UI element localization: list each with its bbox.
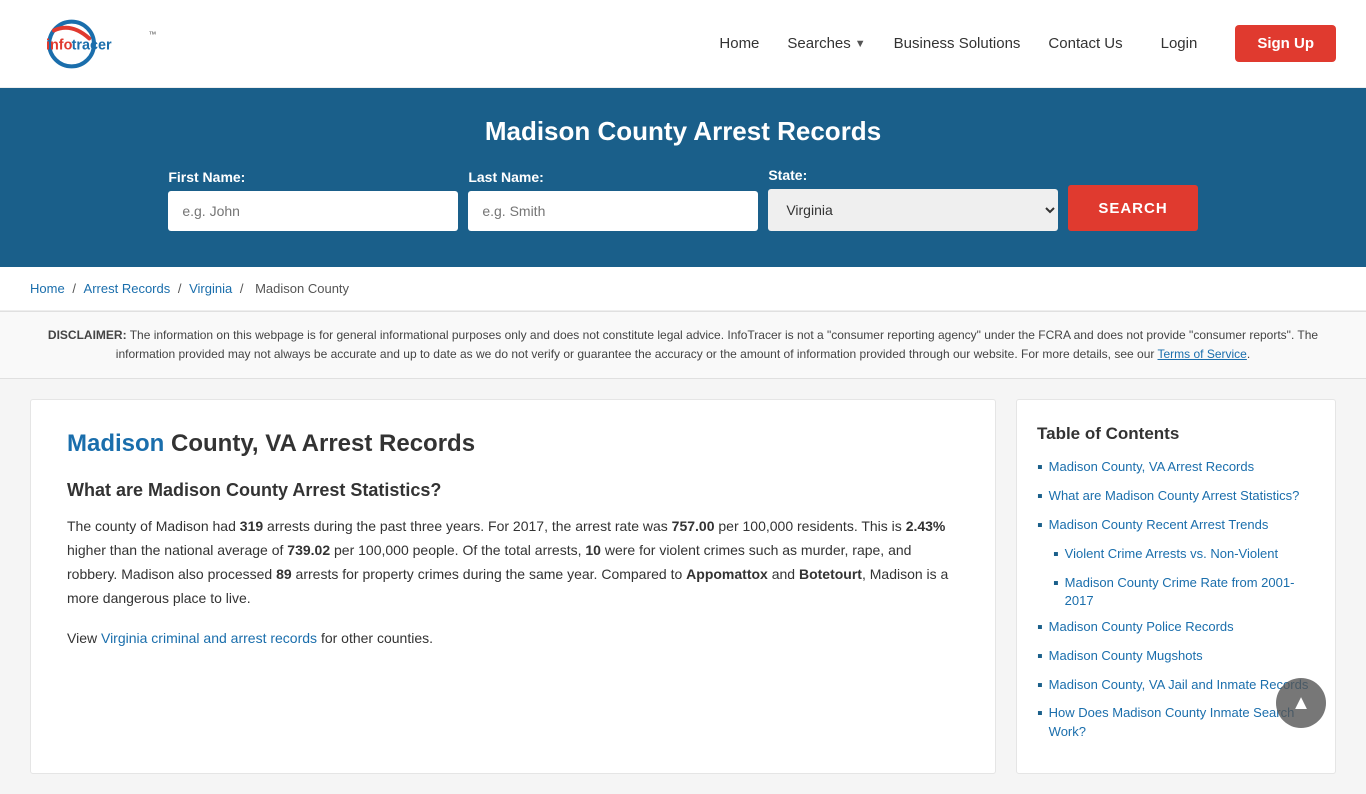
breadcrumb-home[interactable]: Home (30, 281, 65, 296)
violent-count: 10 (585, 542, 601, 558)
arrest-rate: 757.00 (672, 518, 715, 534)
nav-contact-us[interactable]: Contact Us (1048, 35, 1122, 52)
svg-text:™: ™ (148, 29, 156, 38)
toc-link[interactable]: Violent Crime Arrests vs. Non-Violent (1065, 545, 1278, 563)
breadcrumb-sep-1: / (72, 281, 79, 296)
breadcrumb-madison-county: Madison County (255, 281, 349, 296)
toc-item: ▪ Madison County Police Records (1037, 618, 1315, 639)
svg-text:tracer: tracer (72, 37, 112, 53)
breadcrumb: Home / Arrest Records / Virginia / Madis… (0, 267, 1366, 311)
nav-home[interactable]: Home (719, 35, 759, 52)
search-form: First Name: Last Name: State: Virginia A… (30, 167, 1336, 231)
toc-bullet-icon: ▪ (1037, 704, 1043, 725)
percent-higher: 2.43% (906, 518, 946, 534)
disclaimer-banner: DISCLAIMER: The information on this webp… (0, 311, 1366, 379)
svg-text:info: info (46, 37, 73, 53)
property-count: 89 (276, 566, 292, 582)
disclaimer-end: . (1247, 347, 1250, 361)
first-name-label: First Name: (168, 169, 245, 185)
toc-bullet-icon: ▪ (1037, 487, 1043, 508)
arrest-count: 319 (240, 518, 263, 534)
compare2: Botetourt (799, 566, 862, 582)
toc-heading: Table of Contents (1037, 424, 1315, 444)
breadcrumb-virginia[interactable]: Virginia (189, 281, 232, 296)
hero-section: Madison County Arrest Records First Name… (0, 88, 1366, 267)
toc-link[interactable]: Madison County Mugshots (1049, 647, 1203, 665)
toc-bullet-icon: ▪ (1053, 574, 1059, 595)
toc-bullet-icon: ▪ (1037, 458, 1043, 479)
toc-bullet-icon: ▪ (1037, 516, 1043, 537)
signup-button[interactable]: Sign Up (1235, 25, 1336, 62)
toc-bullet-icon: ▪ (1037, 676, 1043, 697)
toc-item: ▪ Violent Crime Arrests vs. Non-Violent (1053, 545, 1315, 566)
logo-area: info tracer ™ (30, 14, 190, 74)
disclaimer-text: The information on this webpage is for g… (116, 328, 1318, 361)
heading-rest: County, VA Arrest Records (164, 430, 475, 457)
terms-of-service-link[interactable]: Terms of Service (1158, 347, 1247, 361)
breadcrumb-arrest-records[interactable]: Arrest Records (84, 281, 171, 296)
toc-bullet-icon: ▪ (1037, 647, 1043, 668)
compare1: Appomattox (686, 566, 768, 582)
toc-bullet-icon: ▪ (1037, 618, 1043, 639)
logo-svg: info tracer ™ (30, 14, 190, 74)
last-name-label: Last Name: (468, 169, 543, 185)
disclaimer-label: DISCLAIMER: (48, 328, 127, 342)
toc-link[interactable]: What are Madison County Arrest Statistic… (1049, 487, 1300, 505)
main-container: Madison County, VA Arrest Records What a… (0, 379, 1366, 793)
national-avg: 739.02 (287, 542, 330, 558)
hero-title: Madison County Arrest Records (30, 116, 1336, 147)
content-paragraph2: View Virginia criminal and arrest record… (67, 627, 959, 651)
main-nav: Home Searches ▼ Business Solutions Conta… (719, 25, 1336, 62)
toc-item: ▪ Madison County, VA Arrest Records (1037, 458, 1315, 479)
last-name-group: Last Name: (468, 169, 758, 231)
search-button[interactable]: SEARCH (1068, 185, 1197, 231)
content-paragraph1: The county of Madison had 319 arrests du… (67, 515, 959, 610)
toc-link[interactable]: Madison County, VA Arrest Records (1049, 458, 1254, 476)
toc-link[interactable]: Madison County Crime Rate from 2001-2017 (1065, 574, 1315, 610)
toc-item: ▪ How Does Madison County Inmate Search W… (1037, 704, 1315, 740)
toc-link[interactable]: Madison County, VA Jail and Inmate Recor… (1049, 676, 1309, 694)
state-select[interactable]: Virginia Alabama Alaska Arizona Californ… (768, 189, 1058, 231)
content-area: Madison County, VA Arrest Records What a… (30, 399, 996, 773)
toc-item: ▪ Madison County Crime Rate from 2001-201… (1053, 574, 1315, 610)
paragraph2-suffix: for other counties. (321, 630, 433, 646)
toc-link[interactable]: Madison County Police Records (1049, 618, 1234, 636)
nav-business-solutions[interactable]: Business Solutions (894, 35, 1021, 52)
toc-list: ▪ Madison County, VA Arrest Records ▪ What … (1037, 458, 1315, 740)
nav-searches[interactable]: Searches ▼ (787, 35, 865, 52)
breadcrumb-sep-3: / (240, 281, 247, 296)
first-name-group: First Name: (168, 169, 458, 231)
toc-link[interactable]: Madison County Recent Arrest Trends (1049, 516, 1269, 534)
state-group: State: Virginia Alabama Alaska Arizona C… (768, 167, 1058, 231)
virginia-criminal-records-link[interactable]: Virginia criminal and arrest records (101, 630, 317, 646)
paragraph2-prefix: View (67, 630, 97, 646)
state-label: State: (768, 167, 807, 183)
heading-highlight: Madison (67, 430, 164, 457)
content-heading: Madison County, VA Arrest Records (67, 430, 959, 458)
breadcrumb-sep-2: / (178, 281, 185, 296)
last-name-input[interactable] (468, 191, 758, 231)
toc-item: ▪ What are Madison County Arrest Statisti… (1037, 487, 1315, 508)
first-name-input[interactable] (168, 191, 458, 231)
toc-item: ▪ Madison County Mugshots (1037, 647, 1315, 668)
login-button[interactable]: Login (1151, 29, 1208, 58)
header: info tracer ™ Home Searches ▼ Business S… (0, 0, 1366, 88)
toc-item: ▪ Madison County Recent Arrest Trends (1037, 516, 1315, 537)
toc-link[interactable]: How Does Madison County Inmate Search Wo… (1049, 704, 1315, 740)
toc-item: ▪ Madison County, VA Jail and Inmate Reco… (1037, 676, 1315, 697)
toc-bullet-icon: ▪ (1053, 545, 1059, 566)
scroll-to-top-button[interactable]: ▲ (1276, 678, 1326, 728)
section1-heading: What are Madison County Arrest Statistic… (67, 480, 959, 501)
searches-chevron-icon: ▼ (855, 38, 866, 50)
